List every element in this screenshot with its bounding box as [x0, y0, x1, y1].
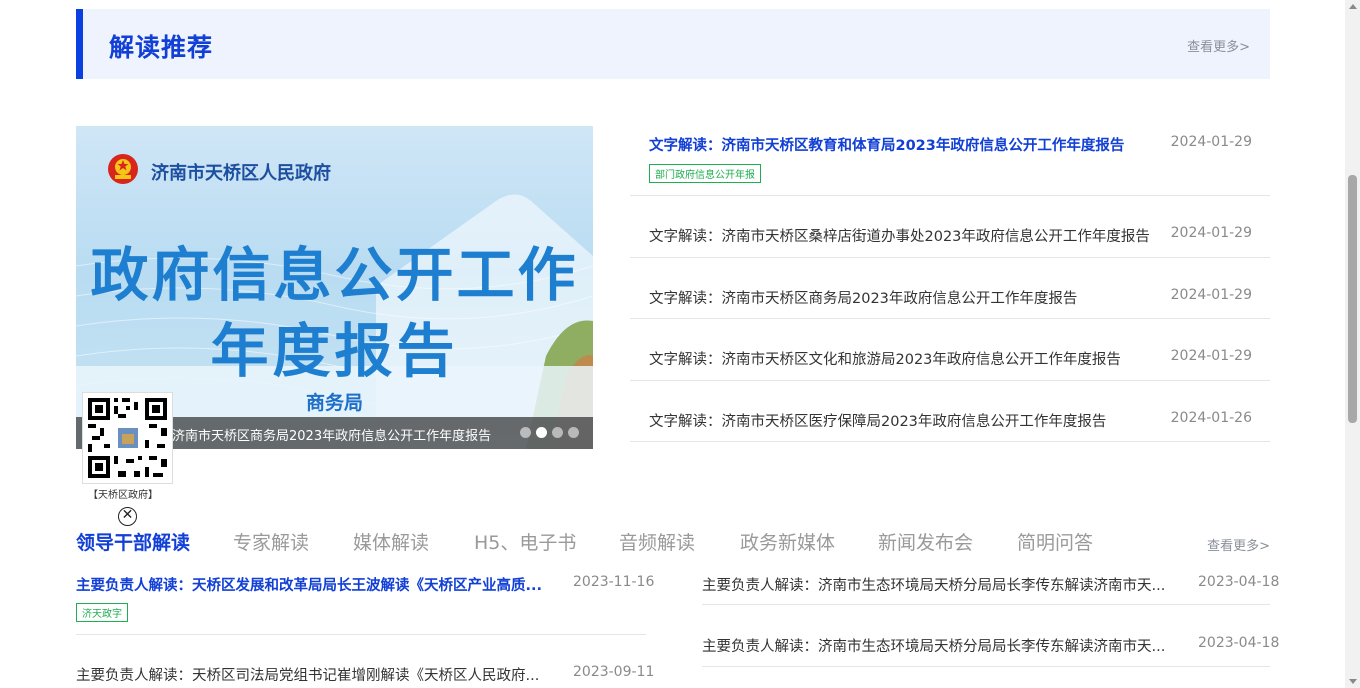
- tab-expert-interpretation[interactable]: 专家解读: [233, 528, 309, 555]
- lead-title[interactable]: 主要负责人解读：天桥区发展和改革局局长王波解读《天桥区产业高质...: [76, 574, 554, 595]
- tab-gov-new-media[interactable]: 政务新媒体: [740, 528, 835, 555]
- banner-headline-line1: 政府信息公开工作: [90, 241, 579, 309]
- news-date: 2024-01-26: [1170, 410, 1252, 426]
- tabs-more-link[interactable]: 查看更多>: [1207, 535, 1270, 554]
- news-date: 2024-01-29: [1170, 287, 1252, 303]
- list-item[interactable]: 文字解读：济南市天桥区教育和体育局2023年政府信息公开工作年度报告 2024-…: [630, 120, 1270, 196]
- banner-caption[interactable]: 济南市天桥区商务局2023年政府信息公开工作年度报告: [172, 425, 491, 444]
- scroll-up-icon[interactable]: [1349, 4, 1357, 9]
- carousel-dot-active[interactable]: [536, 427, 547, 438]
- list-item[interactable]: 文字解读：济南市天桥区文化和旅游局2023年政府信息公开工作年度报告 2024-…: [630, 319, 1270, 381]
- tab-leader-interpretation[interactable]: 领导干部解读: [76, 528, 190, 555]
- tab-press-conference[interactable]: 新闻发布会: [878, 528, 973, 555]
- lead-date: 2023-11-16: [573, 574, 655, 590]
- scrollbar-thumb[interactable]: [1348, 175, 1357, 423]
- banner-headline-line2: 年度报告: [210, 317, 459, 385]
- carousel-dots: [520, 427, 579, 438]
- page: 解读推荐 查看更多> 济南市天桥区人民政府 政府信息公开工作 年度报告 商务局 …: [0, 0, 1360, 688]
- lead-title[interactable]: 主要负责人解读：济南市生态环境局天桥分局局长李传东解读济南市天...: [702, 574, 1180, 595]
- qr-code-image: [82, 392, 173, 484]
- lead-date: 2023-04-18: [1198, 635, 1280, 651]
- lead-tag[interactable]: 济天政字: [76, 603, 128, 622]
- tab-audio-interpretation[interactable]: 音频解读: [619, 528, 695, 555]
- section-header: 解读推荐 查看更多>: [76, 9, 1270, 79]
- lead-title[interactable]: 主要负责人解读：济南市生态环境局天桥分局局长李传东解读济南市天...: [702, 635, 1180, 656]
- tab-media-interpretation[interactable]: 媒体解读: [353, 528, 429, 555]
- news-date: 2024-01-29: [1170, 134, 1252, 150]
- news-title[interactable]: 文字解读：济南市天桥区医疗保障局2023年政府信息公开工作年度报告: [649, 410, 1106, 431]
- section-more-link[interactable]: 查看更多>: [1187, 36, 1250, 55]
- list-item[interactable]: 文字解读：济南市天桥区医疗保障局2023年政府信息公开工作年度报告 2024-0…: [630, 381, 1270, 442]
- divider: [702, 666, 1270, 667]
- list-item[interactable]: 文字解读：济南市天桥区桑梓店街道办事处2023年政府信息公开工作年度报告 202…: [630, 196, 1270, 258]
- scroll-down-icon[interactable]: [1349, 679, 1357, 684]
- tab-qa[interactable]: 简明问答: [1017, 528, 1093, 555]
- vertical-scrollbar[interactable]: [1345, 0, 1360, 688]
- national-emblem-icon: [108, 154, 138, 184]
- lead-date: 2023-04-18: [1198, 574, 1280, 590]
- carousel-dot[interactable]: [520, 427, 531, 438]
- news-title[interactable]: 文字解读：济南市天桥区教育和体育局2023年政府信息公开工作年度报告: [649, 134, 1124, 155]
- news-tag[interactable]: 部门政府信息公开年报: [649, 164, 761, 183]
- list-item[interactable]: 文字解读：济南市天桥区商务局2023年政府信息公开工作年度报告 2024-01-…: [630, 258, 1270, 319]
- news-title[interactable]: 文字解读：济南市天桥区文化和旅游局2023年政府信息公开工作年度报告: [649, 348, 1121, 369]
- news-date: 2024-01-29: [1170, 225, 1252, 241]
- news-title[interactable]: 文字解读：济南市天桥区商务局2023年政府信息公开工作年度报告: [649, 287, 1077, 308]
- news-date: 2024-01-29: [1170, 348, 1252, 364]
- interpretation-tabs: 领导干部解读 专家解读 媒体解读 H5、电子书 音频解读 政务新媒体 新闻发布会…: [76, 528, 1270, 558]
- lead-date: 2023-09-11: [573, 664, 655, 680]
- carousel-dot[interactable]: [568, 427, 579, 438]
- close-icon[interactable]: ✕: [118, 507, 137, 526]
- news-title[interactable]: 文字解读：济南市天桥区桑梓店街道办事处2023年政府信息公开工作年度报告: [649, 225, 1150, 246]
- tab-h5-ebook[interactable]: H5、电子书: [474, 528, 576, 555]
- banner-gov-name: 济南市天桥区人民政府: [151, 163, 331, 184]
- qr-caption: 【天桥区政府】: [88, 490, 158, 501]
- carousel-dot[interactable]: [552, 427, 563, 438]
- news-list: 文字解读：济南市天桥区教育和体育局2023年政府信息公开工作年度报告 2024-…: [630, 120, 1270, 442]
- divider: [76, 634, 646, 635]
- section-title: 解读推荐: [109, 33, 214, 62]
- divider: [702, 604, 1270, 605]
- lead-title[interactable]: 主要负责人解读：天桥区司法局党组书记崔增刚解读《天桥区人民政府...: [76, 664, 554, 685]
